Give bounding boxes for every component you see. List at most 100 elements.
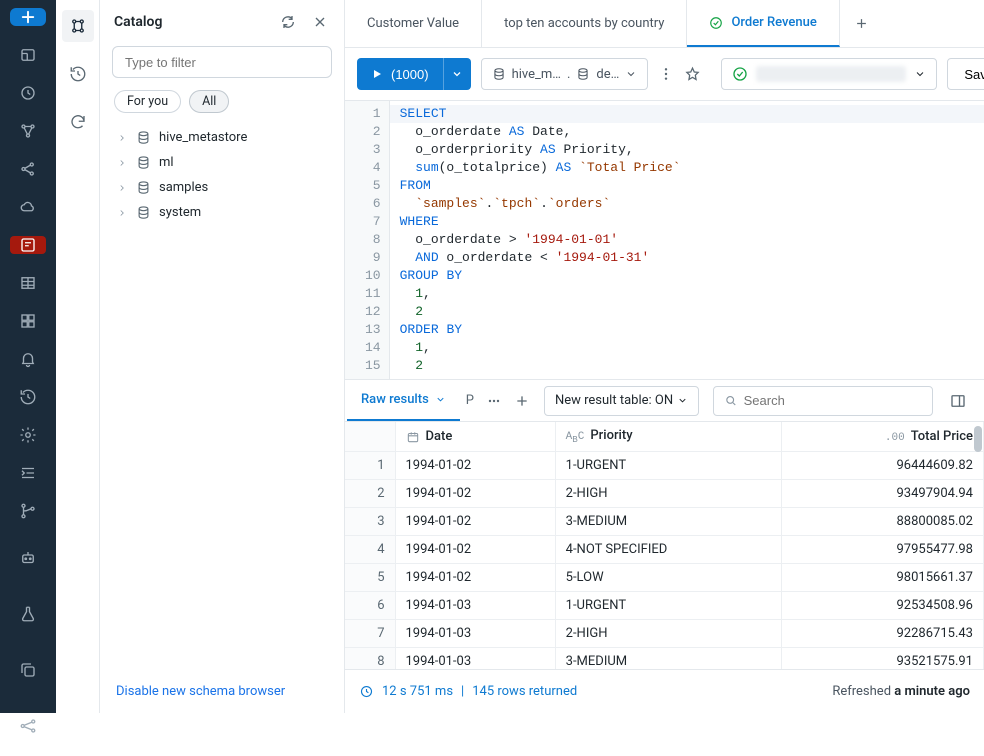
results-more-button[interactable] [480,393,508,409]
nodes-icon[interactable] [10,708,46,744]
panel-layout-button[interactable] [944,392,972,410]
code-line[interactable]: AND o_orderdate < '1994-01-31' [400,249,974,267]
share-icon[interactable] [10,160,46,178]
catalog-chip[interactable]: For you [114,90,181,113]
new-tab-button[interactable] [840,16,884,31]
history-icon[interactable] [10,388,46,406]
side-tabs [56,0,100,713]
tab-label: Customer Value [367,16,459,31]
table-row[interactable]: 31994-01-023-MEDIUM88800085.02 [345,508,984,536]
save-button[interactable]: Save [947,58,984,90]
table-cell: 96444609.82 [782,452,984,480]
table-icon[interactable] [10,274,46,292]
side-tab-loop[interactable] [62,106,94,138]
side-tab-history[interactable] [62,58,94,90]
code-line[interactable]: FROM [400,177,974,195]
chevron-down-icon [435,394,446,405]
run-button[interactable]: (1000) [357,58,443,90]
flask-icon[interactable] [10,596,46,632]
query-tab[interactable]: top ten accounts by country [482,0,687,47]
table-row[interactable]: 71994-01-032-HIGH92286715.43 [345,620,984,648]
chevron-right-icon [116,158,128,168]
workspace-icon[interactable] [10,46,46,64]
chevron-down-icon [625,68,637,80]
code-line[interactable]: `samples`.`tpch`.`orders` [400,195,974,213]
results-view-tab[interactable]: Raw results [347,380,460,421]
column-header[interactable]: .00Total Price [782,422,984,452]
table-row[interactable]: 81994-01-033-MEDIUM93521575.91 [345,648,984,669]
table-cell: 93521575.91 [782,648,984,669]
table-row[interactable]: 21994-01-022-HIGH93497904.94 [345,480,984,508]
query-tab[interactable]: Customer Value [345,0,482,47]
status-duration: 12 s 751 ms [382,684,453,699]
sql-editor[interactable]: 123456789101112131415 SELECT o_orderdate… [345,101,984,380]
code-line[interactable]: o_orderdate AS Date, [400,123,974,141]
catalog-tree-item[interactable]: hive_metastore [106,125,338,150]
code-line[interactable]: GROUP BY [400,267,974,285]
context-selector[interactable]: hive_m… . de… [481,58,649,90]
table-cell: 98015661.37 [782,564,984,592]
new-button[interactable] [10,8,46,26]
code-line[interactable]: o_orderpriority AS Priority, [400,141,974,159]
compute-name-redacted [756,66,906,82]
results-search[interactable] [713,386,933,416]
branches-icon[interactable] [10,502,46,520]
indent-icon[interactable] [10,464,46,482]
catalog-tree-item[interactable]: system [106,200,338,225]
code-line[interactable]: 2 [400,357,974,375]
tab-label: Order Revenue [731,15,816,30]
refresh-button[interactable] [276,10,300,34]
table-cell: 3-MEDIUM [555,648,782,669]
table-row[interactable]: 51994-01-025-LOW98015661.37 [345,564,984,592]
copy-icon[interactable] [10,652,46,688]
query-tab[interactable]: Order Revenue [687,0,839,47]
side-tab-catalog[interactable] [62,10,94,42]
disable-schema-browser-link[interactable]: Disable new schema browser [116,684,285,699]
table-row[interactable]: 11994-01-021-URGENT96444609.82 [345,452,984,480]
table-row[interactable]: 41994-01-024-NOT SPECIFIED97955477.98 [345,536,984,564]
code-line[interactable]: 1, [400,285,974,303]
code-line[interactable]: sum(o_totalprice) AS `Total Price` [400,159,974,177]
results-add-button[interactable] [508,393,536,409]
results-ghost-tab[interactable]: P [460,380,480,421]
code-line[interactable]: o_orderdate > '1994-01-01' [400,231,974,249]
catalog-chip[interactable]: All [189,90,229,113]
catalog-tree-item[interactable]: ml [106,150,338,175]
compute-selector[interactable] [721,58,937,90]
column-header[interactable]: ABCPriority [555,422,782,452]
code-line[interactable]: 1, [400,339,974,357]
cloud-icon[interactable] [10,198,46,216]
code-line[interactable]: ORDER BY [400,321,974,339]
code-area[interactable]: SELECT o_orderdate AS Date, o_orderprior… [390,101,984,379]
results-search-input[interactable] [744,393,922,408]
clock-icon[interactable] [10,84,46,102]
result-table-toggle[interactable]: New result table: ON [544,386,699,416]
database-icon [136,155,151,170]
column-header[interactable] [345,422,395,452]
check-icon [709,16,723,30]
catalog-filter-input[interactable] [112,46,332,78]
table-row[interactable]: 61994-01-031-URGENT92534508.96 [345,592,984,620]
scrollbar-thumb[interactable] [974,426,982,452]
robot-icon[interactable] [10,540,46,576]
column-header[interactable]: Date [395,422,555,452]
table-cell: 2 [345,480,395,508]
workflow-icon[interactable] [10,122,46,140]
grid-icon[interactable] [10,312,46,330]
table-cell: 92534508.96 [782,592,984,620]
code-line[interactable]: SELECT [390,105,984,123]
run-dropdown-button[interactable] [443,58,471,90]
close-button[interactable] [308,10,332,34]
bell-icon[interactable] [10,350,46,368]
code-line[interactable]: WHERE [400,213,974,231]
code-line[interactable]: 2 [400,303,974,321]
plus-icon [854,16,869,31]
settings-icon[interactable] [10,426,46,444]
catalog-tree-item[interactable]: samples [106,175,338,200]
sql-editor-icon[interactable] [10,236,46,254]
star-button[interactable] [684,64,701,84]
catalog-item-label: hive_metastore [159,130,247,145]
table-cell: 4 [345,536,395,564]
kebab-button[interactable] [658,64,674,84]
results-grid-wrap[interactable]: DateABCPriority.00Total Price 11994-01-0… [345,422,984,669]
